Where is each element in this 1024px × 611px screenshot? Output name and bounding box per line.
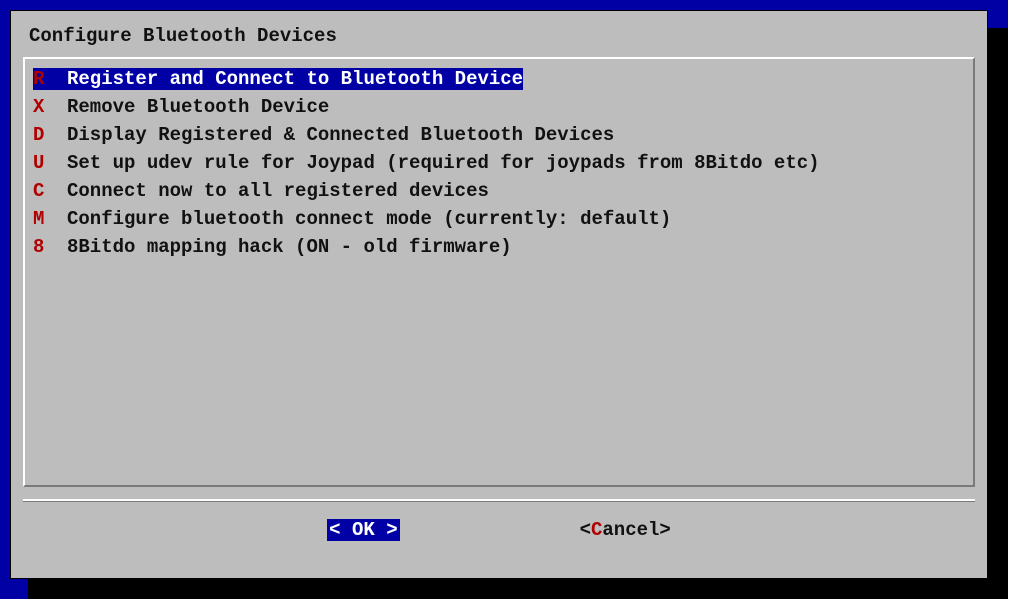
bracket-close: >	[659, 519, 670, 541]
ok-button[interactable]: < OK >	[327, 519, 399, 541]
menu-label-cell: Register and Connect to Bluetooth Device	[67, 68, 523, 90]
menu-label-cell: Set up udev rule for Joypad (required fo…	[67, 152, 820, 174]
dialog-title: Configure Bluetooth Devices	[29, 25, 337, 47]
menu-hotkey: C	[33, 180, 67, 202]
menu-label: Configure bluetooth connect mode (curren…	[67, 208, 671, 230]
menu-item-remove[interactable]: X Remove Bluetooth Device	[33, 93, 965, 121]
pad	[375, 519, 386, 541]
menu-list: R Register and Connect to Bluetooth Devi…	[23, 57, 975, 487]
menu-label-cell: Connect now to all registered devices	[67, 180, 489, 202]
bracket-close: >	[386, 519, 397, 541]
menu-hotkey: R	[33, 68, 67, 90]
menu-label: Register and Connect to Bluetooth Device	[67, 68, 523, 90]
menu-hotkey: M	[33, 208, 67, 230]
menu-label-cell: Display Registered & Connected Bluetooth…	[67, 124, 614, 146]
menu-hotkey: D	[33, 124, 67, 146]
menu-item-8bitdo[interactable]: 8 8Bitdo mapping hack (ON - old firmware…	[33, 233, 965, 261]
menu-item-display[interactable]: D Display Registered & Connected Bluetoo…	[33, 121, 965, 149]
hot-char: C	[591, 519, 602, 541]
menu-hotkey: 8	[33, 236, 67, 258]
menu-label: Display Registered & Connected Bluetooth…	[67, 124, 614, 146]
bluetooth-config-dialog: Configure Bluetooth Devices R Register a…	[10, 10, 988, 579]
cancel-button[interactable]: <Cancel>	[580, 519, 671, 541]
menu-label-cell: Configure bluetooth connect mode (curren…	[67, 208, 671, 230]
title-row: Configure Bluetooth Devices	[17, 17, 981, 53]
menu-item-connect-all[interactable]: C Connect now to all registered devices	[33, 177, 965, 205]
bracket-open: <	[329, 519, 340, 541]
rest: ancel	[602, 519, 659, 541]
button-row: < OK > <Cancel>	[17, 501, 981, 559]
menu-label: Remove Bluetooth Device	[67, 96, 329, 118]
menu-label: 8Bitdo mapping hack (ON - old firmware)	[67, 236, 512, 258]
menu-item-register[interactable]: R Register and Connect to Bluetooth Devi…	[33, 65, 965, 93]
hot-char: O	[352, 519, 363, 541]
dialog-inner: Configure Bluetooth Devices R Register a…	[17, 17, 981, 572]
menu-item-udev[interactable]: U Set up udev rule for Joypad (required …	[33, 149, 965, 177]
menu-label: Set up udev rule for Joypad (required fo…	[67, 152, 820, 174]
pad	[341, 519, 352, 541]
menu-label-cell: 8Bitdo mapping hack (ON - old firmware)	[67, 236, 512, 258]
menu-item-connect-mode[interactable]: M Configure bluetooth connect mode (curr…	[33, 205, 965, 233]
menu-label: Connect now to all registered devices	[67, 180, 489, 202]
menu-hotkey: X	[33, 96, 67, 118]
bracket-open: <	[580, 519, 591, 541]
menu-hotkey: U	[33, 152, 67, 174]
rest: K	[363, 519, 374, 541]
menu-label-cell: Remove Bluetooth Device	[67, 96, 329, 118]
